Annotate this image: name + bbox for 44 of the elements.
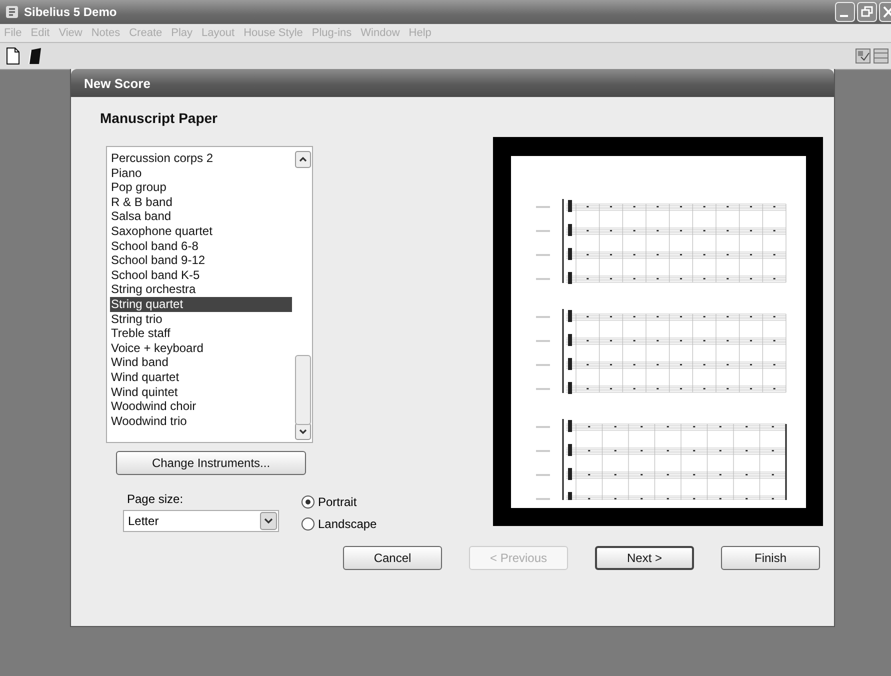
radio-label: Portrait [318,495,357,509]
page-size-label: Page size: [127,492,184,506]
list-item[interactable]: Woodwind trio [110,414,292,428]
radio-button[interactable] [301,495,315,509]
list-item[interactable]: School band 6-8 [110,238,292,254]
scroll-thumb[interactable] [295,355,311,425]
dialog-button[interactable]: Next > [595,546,694,570]
list-item[interactable]: Pop group [110,180,292,195]
window-title: Sibelius 5 Demo [24,5,117,19]
list-item[interactable]: Saxophone quartet [110,224,292,239]
radio-label: Landscape [318,517,377,531]
scroll-up-icon[interactable] [295,151,311,168]
scroll-down-icon[interactable] [295,423,311,440]
dialog-title: New Score [71,69,834,97]
list-item[interactable]: Wind quartet [110,370,292,384]
checkbox-tool-icon[interactable] [855,48,871,64]
panel-icon[interactable] [873,48,889,64]
page-size-dropdown[interactable]: Letter [123,510,279,532]
section-heading: Manuscript Paper [100,110,218,126]
dialog-button[interactable]: Finish [721,546,820,570]
list-item[interactable]: Percussion corps 2 [110,151,292,166]
app-icon [5,5,19,19]
close-icon[interactable] [879,2,891,22]
list-item[interactable]: Piano [110,166,292,180]
instrument-list[interactable] [106,146,313,443]
list-item[interactable]: String trio [110,312,292,326]
list-item[interactable]: Wind quintet [110,384,292,400]
list-item[interactable]: School band 9-12 [110,253,292,268]
change-instruments-button[interactable]: Change Instruments... [116,451,306,475]
list-item[interactable]: Treble staff [110,326,292,341]
list-item[interactable]: String orchestra [110,282,292,297]
restore-icon[interactable] [857,2,877,22]
open-file-icon[interactable] [28,47,42,65]
list-item[interactable]: String quartet [110,296,292,312]
list-item[interactable]: R & B band [110,194,292,210]
radio-button[interactable] [301,517,315,531]
dialog-button[interactable]: Cancel [343,546,442,570]
list-item[interactable]: Voice + keyboard [110,340,292,356]
new-file-icon[interactable] [6,47,20,65]
list-item[interactable]: School band K-5 [110,268,292,282]
minimize-icon[interactable] [835,2,855,22]
list-item[interactable]: Woodwind choir [110,399,292,414]
list-item[interactable]: Salsa band [110,209,292,224]
list-item[interactable]: Wind band [110,355,292,370]
